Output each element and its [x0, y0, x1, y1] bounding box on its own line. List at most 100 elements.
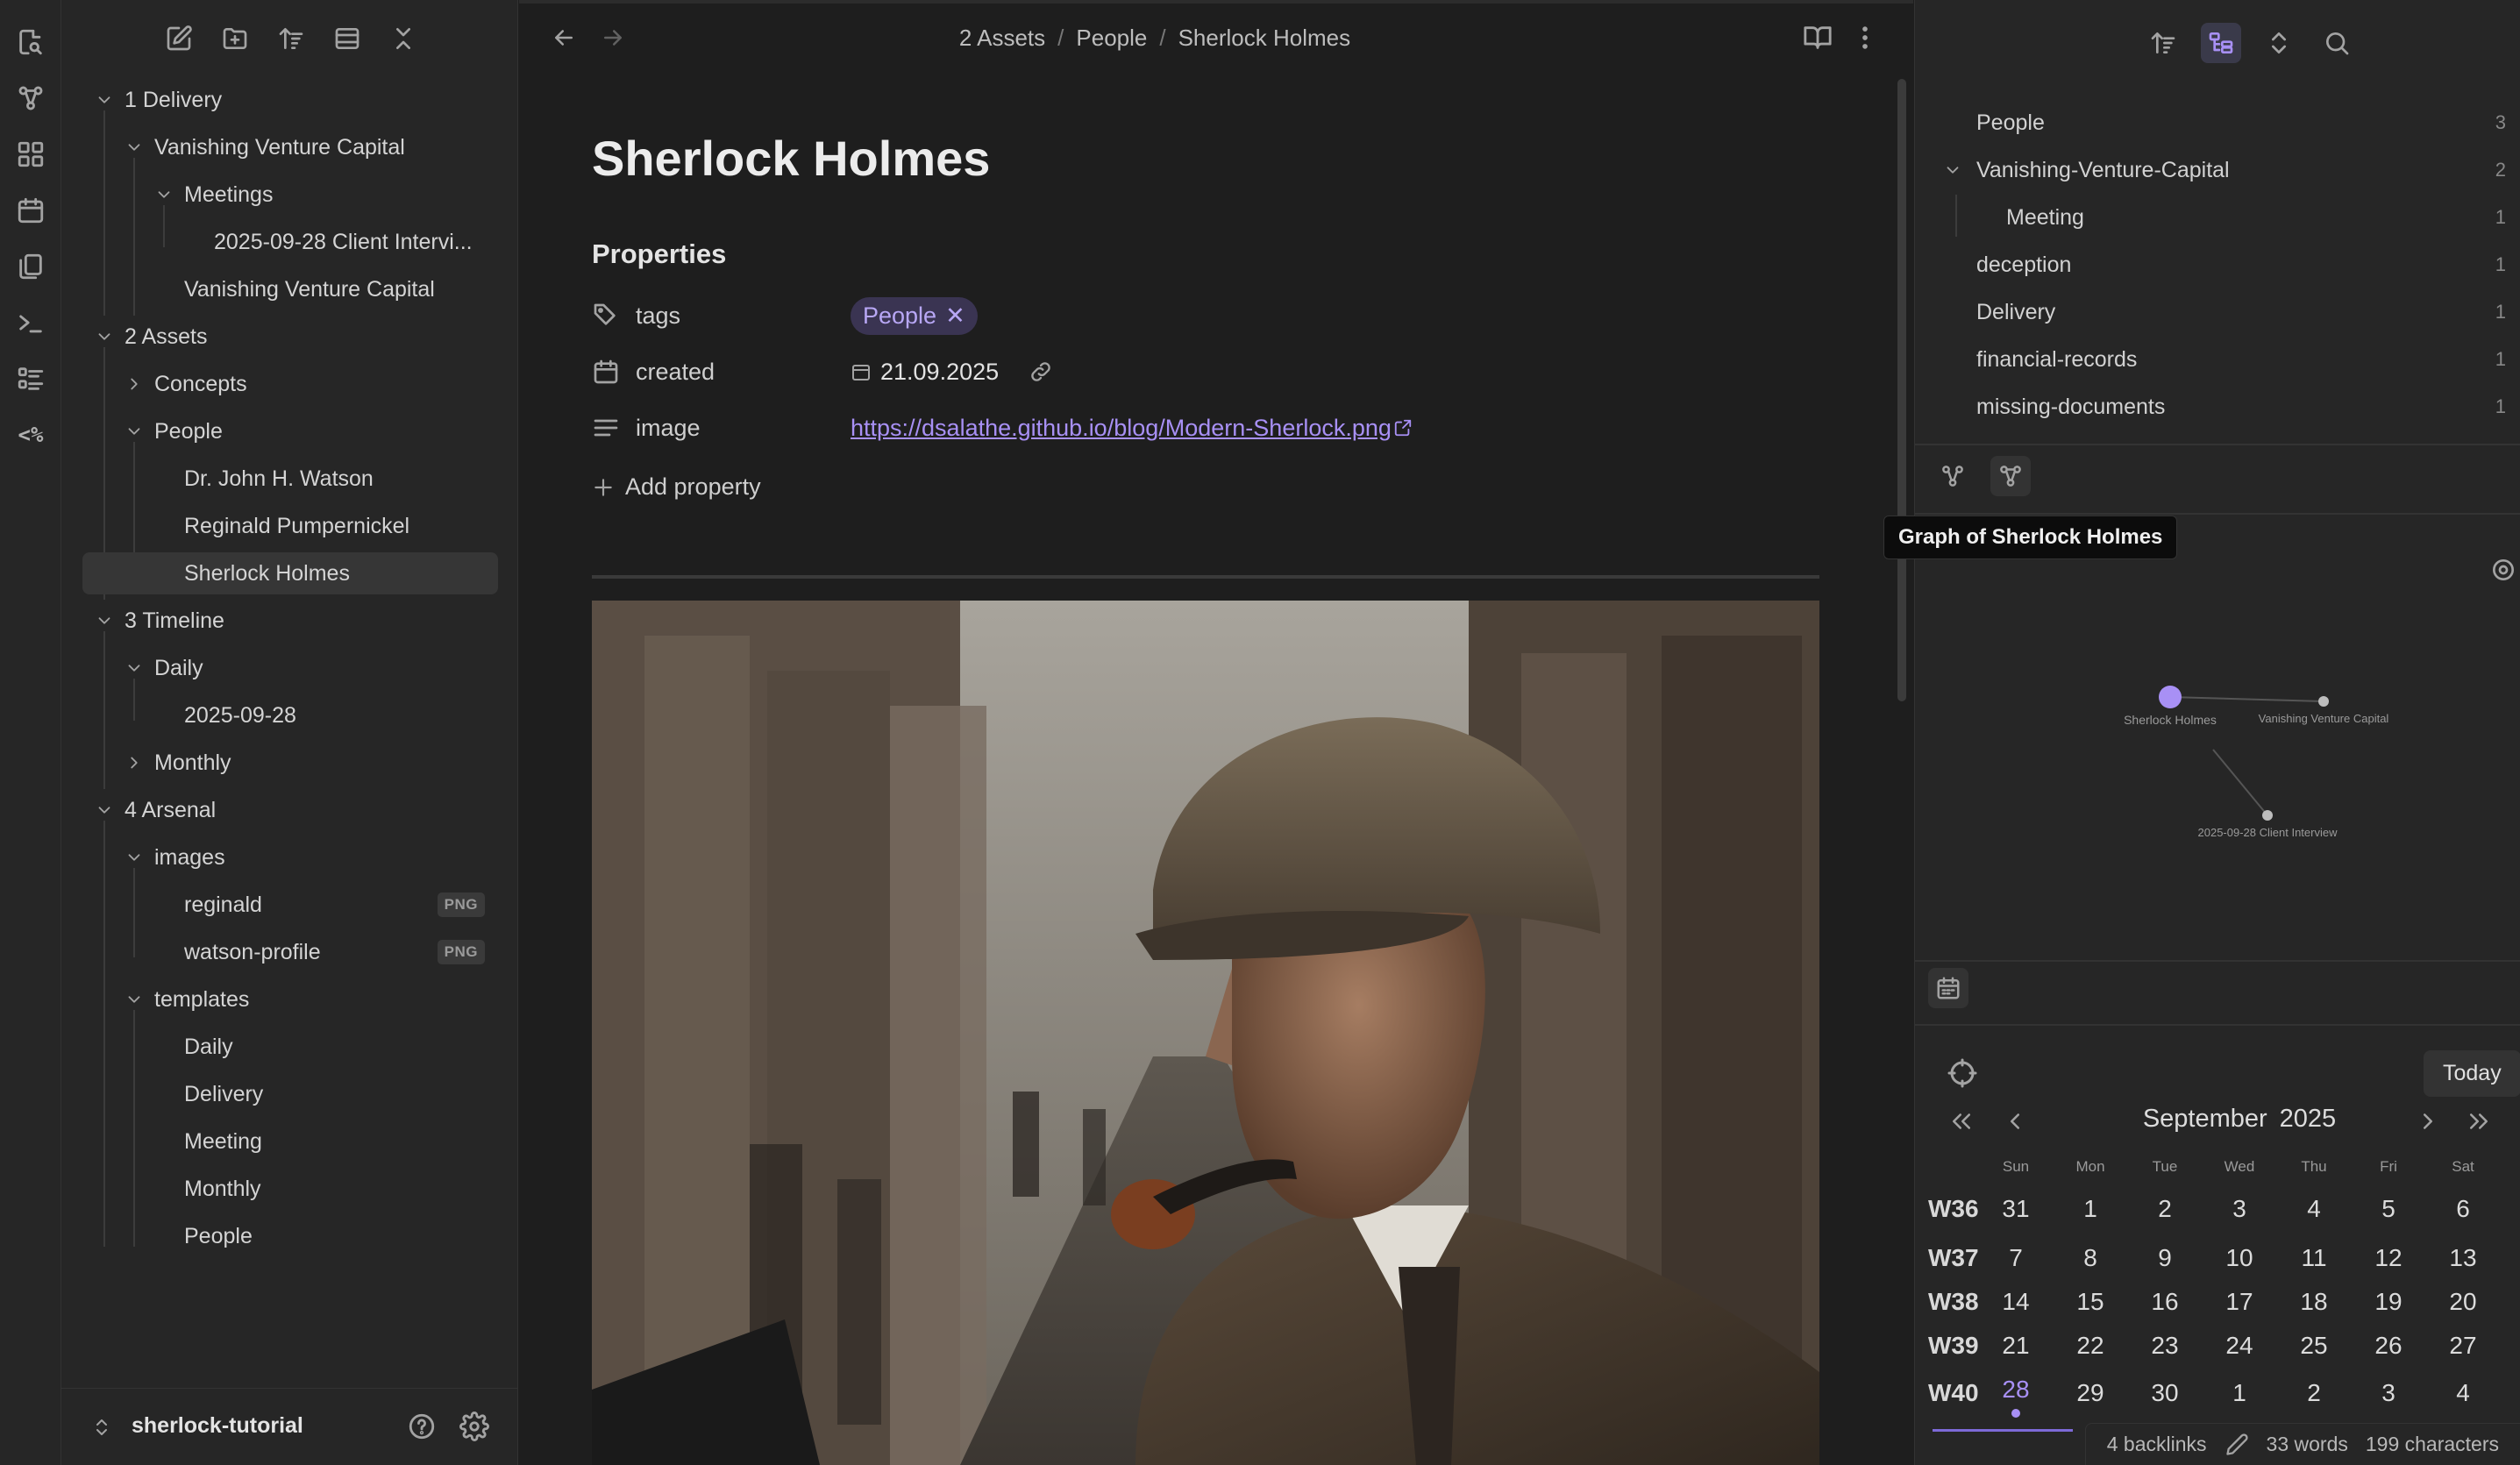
breadcrumb-item[interactable]: Sherlock Holmes	[1178, 25, 1351, 52]
week-number[interactable]: W37	[1928, 1244, 1990, 1272]
new-folder-icon[interactable]	[216, 19, 254, 58]
image-url-link[interactable]: https://dsalathe.github.io/blog/Modern-S…	[851, 415, 1392, 442]
file-item[interactable]: 2025-09-28 Client Intervi...	[61, 221, 518, 263]
week-number[interactable]: W36	[1928, 1195, 1990, 1223]
calendar-day[interactable]: 4	[2437, 1379, 2489, 1407]
calendar-day[interactable]: 1	[2064, 1195, 2117, 1223]
calendar-day[interactable]: 12	[2362, 1244, 2415, 1272]
calendar-day[interactable]: 17	[2213, 1288, 2266, 1316]
open-switcher-icon[interactable]	[8, 19, 53, 65]
calendar-day[interactable]: 18	[2288, 1288, 2340, 1316]
tag-pill[interactable]: People ✕	[851, 296, 978, 335]
folder-item[interactable]: People	[61, 410, 518, 452]
folder-item[interactable]: images	[61, 836, 518, 878]
file-item[interactable]: watson-profile PNG	[61, 931, 518, 973]
folder-item[interactable]: 3 Timeline	[61, 600, 518, 642]
file-item[interactable]: reginald PNG	[61, 884, 518, 926]
chevron-down-icon[interactable]	[154, 185, 174, 204]
chevron-down-icon[interactable]	[125, 848, 144, 867]
file-item[interactable]: Dr. John H. Watson	[61, 458, 518, 500]
tag-row[interactable]: People 3	[1976, 102, 2506, 144]
calendar-day[interactable]: 21	[1990, 1332, 2042, 1360]
calendar-day[interactable]: 25	[2288, 1332, 2340, 1360]
search-icon[interactable]	[2317, 23, 2357, 63]
graph-of-note-icon[interactable]	[1990, 456, 2031, 496]
breadcrumb-item[interactable]: People	[1076, 25, 1147, 52]
editor-scrollbar[interactable]	[1897, 79, 1906, 701]
folder-item[interactable]: templates	[61, 978, 518, 1021]
calendar-day[interactable]: 3	[2362, 1379, 2415, 1407]
next-year-icon[interactable]	[2466, 1108, 2492, 1134]
help-icon[interactable]	[407, 1412, 437, 1441]
add-property-button[interactable]: Add property	[592, 473, 761, 501]
expand-collapse-icon[interactable]	[2259, 23, 2299, 63]
calendar-day[interactable]: 20	[2437, 1288, 2489, 1316]
calendar-day[interactable]: 30	[2139, 1379, 2191, 1407]
more-options-icon[interactable]	[1850, 23, 1880, 53]
year-name[interactable]: 2025	[2280, 1105, 2337, 1134]
created-date[interactable]: 21.09.2025	[880, 359, 999, 386]
calendar-day[interactable]: 22	[2064, 1332, 2117, 1360]
folder-item[interactable]: Monthly	[61, 742, 518, 784]
file-item[interactable]: Monthly	[61, 1168, 518, 1210]
folder-item[interactable]: 1 Delivery	[61, 79, 518, 121]
settings-gear-icon[interactable]	[459, 1412, 489, 1441]
calendar-day[interactable]: 26	[2362, 1332, 2415, 1360]
calendar-day[interactable]: 31	[1990, 1195, 2042, 1223]
tag-row[interactable]: deception 1	[1976, 244, 2506, 286]
property-key[interactable]: created	[636, 359, 715, 386]
folder-item[interactable]: Vanishing Venture Capital	[61, 126, 518, 168]
property-key[interactable]: tags	[636, 302, 680, 330]
calendar-day[interactable]: 4	[2288, 1195, 2340, 1223]
tag-row[interactable]: Delivery 1	[1976, 291, 2506, 333]
note-title[interactable]: Sherlock Holmes	[592, 130, 990, 187]
calendar-day[interactable]: 16	[2139, 1288, 2191, 1316]
file-item[interactable]: 2025-09-28	[61, 694, 518, 736]
property-value[interactable]: People ✕	[851, 296, 978, 335]
calendar-day[interactable]: 7	[1990, 1244, 2042, 1272]
calendar-day[interactable]: 29	[2064, 1379, 2117, 1407]
calendar-day[interactable]: 24	[2213, 1332, 2266, 1360]
file-item[interactable]: Meeting	[61, 1120, 518, 1163]
graph-settings-icon[interactable]	[2489, 556, 2517, 584]
tag-row[interactable]: Meeting 1	[2006, 196, 2506, 238]
calendar-day[interactable]: 2	[2139, 1195, 2191, 1223]
calendar-day[interactable]: 14	[1990, 1288, 2042, 1316]
month-name[interactable]: September	[2143, 1105, 2267, 1134]
calendar-day[interactable]: 19	[2362, 1288, 2415, 1316]
folder-item[interactable]: Concepts	[61, 363, 518, 405]
terminal-icon[interactable]	[8, 300, 53, 345]
calendar-day[interactable]: 3	[2213, 1195, 2266, 1223]
file-item[interactable]: Delivery	[61, 1073, 518, 1115]
backlinks-count[interactable]: 4 backlinks	[2107, 1433, 2207, 1456]
daily-note-icon[interactable]	[8, 188, 53, 233]
calendar-day[interactable]: 13	[2437, 1244, 2489, 1272]
tag-row[interactable]: financial-records 1	[1976, 338, 2506, 380]
today-button[interactable]: Today	[2424, 1050, 2520, 1097]
calendar-day[interactable]: 27	[2437, 1332, 2489, 1360]
local-graph-view[interactable]: Sherlock Holmes Vanishing Venture Capita…	[1915, 517, 2520, 956]
folder-item[interactable]: 2 Assets	[61, 316, 518, 358]
tag-row[interactable]: Vanishing-Venture-Capital 2	[1976, 149, 2506, 191]
link-icon[interactable]	[1029, 359, 1053, 384]
canvas-icon[interactable]	[8, 132, 53, 177]
property-value[interactable]: 21.09.2025	[851, 359, 1053, 386]
calendar-day-today[interactable]: 28	[1990, 1376, 2042, 1404]
file-item[interactable]: Vanishing Venture Capital	[61, 268, 518, 310]
breadcrumb-item[interactable]: 2 Assets	[959, 25, 1045, 52]
templater-icon[interactable]: <%	[8, 412, 53, 458]
vault-switcher-icon[interactable]	[91, 1417, 112, 1438]
graph-view-icon[interactable]	[8, 75, 53, 121]
property-value[interactable]: https://dsalathe.github.io/blog/Modern-S…	[851, 415, 1413, 442]
vault-name[interactable]: sherlock-tutorial	[132, 1413, 303, 1439]
new-note-icon[interactable]	[160, 19, 198, 58]
remove-tag-icon[interactable]: ✕	[945, 302, 965, 330]
file-item[interactable]: Daily	[61, 1026, 518, 1068]
properties-heading[interactable]: Properties	[592, 238, 726, 270]
sort-icon[interactable]	[272, 19, 310, 58]
chevron-down-icon[interactable]	[95, 90, 114, 110]
auto-reveal-icon[interactable]	[328, 19, 367, 58]
nested-tags-icon[interactable]	[2201, 23, 2241, 63]
calendar-day[interactable]: 6	[2437, 1195, 2489, 1223]
calendar-day[interactable]: 11	[2288, 1244, 2340, 1272]
